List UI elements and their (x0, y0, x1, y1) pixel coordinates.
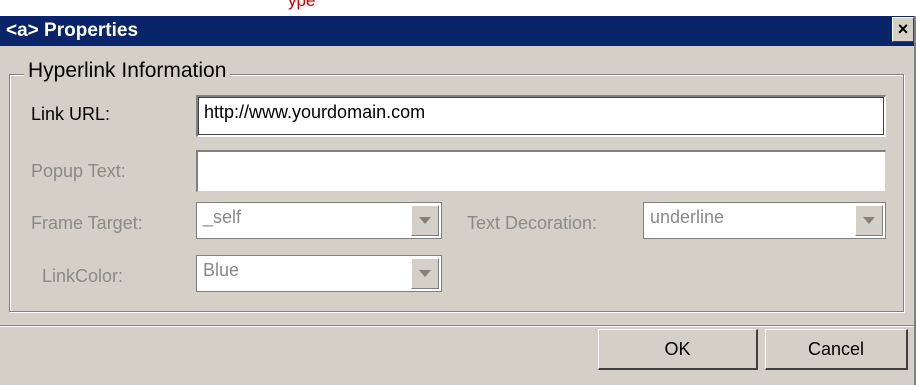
text-decoration-dropdown-button[interactable] (855, 205, 883, 236)
group-legend: Hyperlink Information (24, 59, 231, 83)
link-url-input[interactable]: http://www.yourdomain.com (196, 95, 886, 137)
chevron-down-icon (419, 270, 431, 277)
properties-dialog: <a> Properties × Hyperlink Information L… (0, 16, 916, 385)
text-decoration-select[interactable]: underline (643, 202, 886, 239)
link-color-label: LinkColor: (42, 266, 124, 286)
frame-target-label: Frame Target: (31, 213, 143, 233)
frame-target-dropdown-button[interactable] (411, 205, 439, 236)
frame-target-select[interactable]: _self (196, 202, 442, 239)
ok-button[interactable]: OK (598, 329, 758, 370)
frame-target-value: _self (203, 207, 242, 227)
link-color-value: Blue (203, 260, 240, 280)
top-strip: ype (0, 0, 916, 16)
clipped-background-text: ype (288, 0, 316, 10)
title-bar[interactable]: <a> Properties × (0, 16, 914, 46)
link-url-label: Link URL: (31, 104, 111, 124)
text-decoration-label: Text Decoration: (467, 213, 598, 233)
close-icon: × (897, 19, 909, 39)
dialog-separator (0, 325, 914, 327)
chevron-down-icon (863, 217, 875, 224)
text-decoration-value: underline (650, 207, 725, 227)
chevron-down-icon (419, 217, 431, 224)
link-color-dropdown-button[interactable] (411, 258, 439, 289)
close-button[interactable]: × (892, 17, 914, 42)
popup-text-label: Popup Text: (31, 161, 126, 181)
link-color-select[interactable]: Blue (196, 255, 442, 292)
cancel-button[interactable]: Cancel (765, 329, 908, 370)
dialog-title: <a> Properties (6, 20, 139, 41)
popup-text-input[interactable] (196, 150, 886, 192)
